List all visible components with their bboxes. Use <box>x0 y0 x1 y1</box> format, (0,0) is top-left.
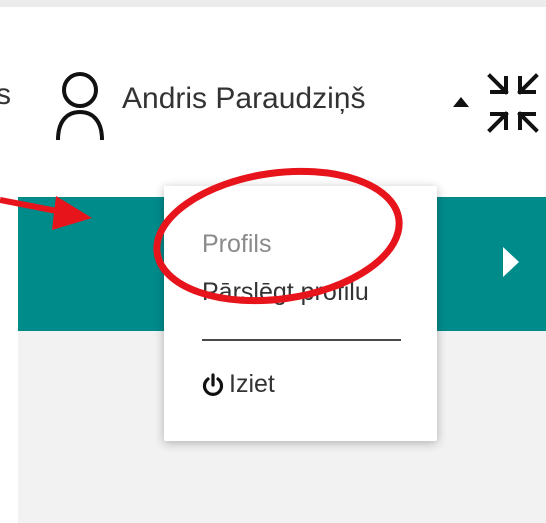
menu-divider <box>202 339 401 341</box>
header-truncated-link[interactable]: s <box>0 78 11 112</box>
logout-label: Iziet <box>229 370 275 398</box>
menu-item-switch-profile[interactable]: Pārslēgt profilu <box>202 278 369 307</box>
user-icon[interactable] <box>54 70 106 142</box>
power-icon <box>202 372 224 396</box>
user-name-menu-toggle[interactable]: Andris Paraudziņš <box>122 82 365 116</box>
chevron-right-icon[interactable] <box>500 245 522 279</box>
user-dropdown-menu: Profils Pārslēgt profilu Iziet <box>164 186 437 441</box>
top-divider <box>0 0 546 7</box>
caret-up-icon[interactable] <box>452 96 470 108</box>
compress-icon[interactable] <box>484 72 542 134</box>
menu-item-logout[interactable]: Iziet <box>202 370 275 399</box>
menu-item-profile[interactable]: Profils <box>202 230 271 259</box>
